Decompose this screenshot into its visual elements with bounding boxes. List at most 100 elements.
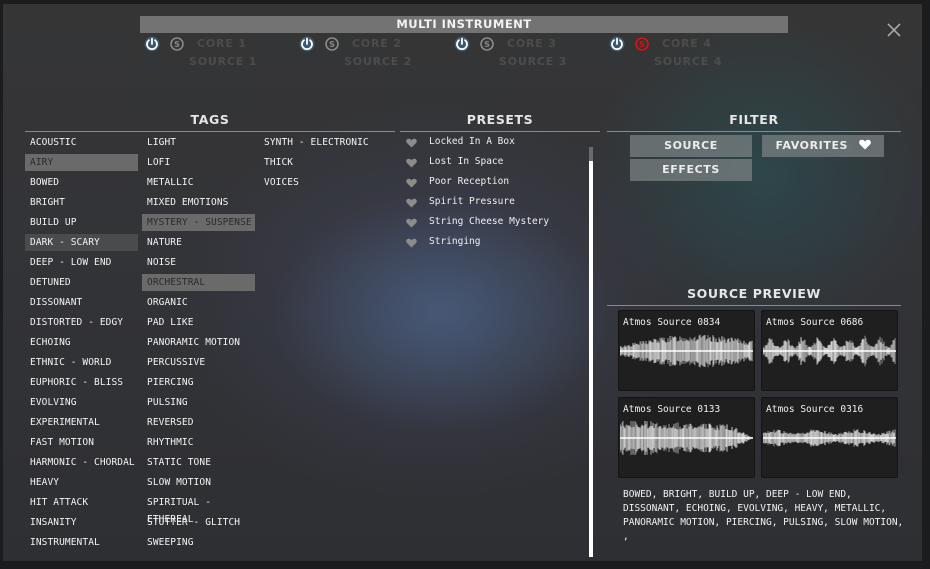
power-icon[interactable] (454, 36, 470, 52)
tag-item[interactable]: ACOUSTIC (25, 134, 138, 151)
tag-item[interactable]: MIXED EMOTIONS (142, 194, 255, 211)
tag-item[interactable]: REVERSED (142, 414, 255, 431)
tag-item[interactable]: PERCUSSIVE (142, 354, 255, 371)
tag-item[interactable]: ORGANIC (142, 294, 255, 311)
filter-effects-button[interactable]: EFFECTS (630, 159, 752, 181)
heart-icon[interactable] (406, 218, 417, 228)
tag-item[interactable]: STUTTER - GLITCH (142, 514, 255, 531)
tag-item[interactable]: PIERCING (142, 374, 255, 391)
tag-item[interactable]: ETHNIC - WORLD (25, 354, 138, 371)
source-label[interactable]: SOURCE 3 (499, 55, 567, 68)
tag-item[interactable]: METALLIC (142, 174, 255, 191)
tag-item[interactable]: MYSTERY - SUSPENSE (142, 214, 255, 231)
waveform (620, 420, 753, 456)
power-icon[interactable] (609, 36, 625, 52)
source-preview-card[interactable]: Atmos Source 0834 (618, 310, 755, 391)
tag-item[interactable]: ORCHESTRAL (142, 274, 255, 291)
tag-item[interactable]: DEEP - LOW END (25, 254, 138, 271)
solo-icon[interactable]: S (170, 37, 184, 51)
filter-divider (607, 131, 901, 132)
source-preview-divider (607, 305, 901, 306)
waveform (763, 429, 896, 447)
svg-text:S: S (174, 40, 180, 49)
source-preview-card[interactable]: Atmos Source 0133 (618, 397, 755, 478)
tag-item[interactable]: AIRY (25, 154, 138, 171)
power-icon[interactable] (144, 36, 160, 52)
tag-item[interactable]: SWEEPING (142, 534, 255, 551)
tag-item[interactable]: STATIC TONE (142, 454, 255, 471)
presets-divider (400, 131, 600, 132)
close-button[interactable] (885, 21, 903, 39)
filter-source-button[interactable]: SOURCE (630, 135, 752, 157)
preset-name: Stringing (429, 236, 481, 247)
filter-favorites-button[interactable]: FAVORITES (762, 135, 884, 157)
tag-item[interactable]: NATURE (142, 234, 255, 251)
preset-item[interactable]: String Cheese Mystery (403, 215, 588, 233)
tag-item[interactable]: SYNTH - ELECTRONIC (259, 134, 389, 151)
tag-item[interactable]: VOICES (259, 174, 389, 191)
tag-item[interactable]: BUILD UP (25, 214, 138, 231)
heart-icon[interactable] (406, 178, 417, 188)
solo-icon[interactable]: S (325, 37, 339, 51)
preset-item[interactable]: Stringing (403, 235, 588, 253)
tag-item[interactable]: DISTORTED - EDGY (25, 314, 138, 331)
core-slot-4: S CORE 4 SOURCE 4 (609, 36, 759, 72)
svg-text:S: S (639, 40, 645, 49)
core-label[interactable]: CORE 2 (352, 37, 402, 50)
source-label[interactable]: SOURCE 1 (189, 55, 257, 68)
source-preview-tags: BOWED, BRIGHT, BUILD UP, DEEP - LOW END,… (623, 489, 904, 542)
tag-item[interactable]: INSANITY (25, 514, 138, 531)
tag-item[interactable]: INSTRUMENTAL (25, 534, 138, 551)
power-icon[interactable] (299, 36, 315, 52)
core-label[interactable]: CORE 3 (507, 37, 557, 50)
presets-scrollbar-track[interactable] (589, 160, 593, 557)
tag-item[interactable]: PAD LIKE (142, 314, 255, 331)
core-label[interactable]: CORE 1 (197, 37, 247, 50)
tag-item[interactable]: HEAVY (25, 474, 138, 491)
core-label[interactable]: CORE 4 (662, 37, 712, 50)
svg-text:S: S (329, 40, 335, 49)
tag-item[interactable]: PULSING (142, 394, 255, 411)
source-preview-card[interactable]: Atmos Source 0686 (761, 310, 898, 391)
tag-item[interactable]: DETUNED (25, 274, 138, 291)
preset-item[interactable]: Lost In Space (403, 155, 588, 173)
preset-item[interactable]: Spirit Pressure (403, 195, 588, 213)
solo-icon[interactable]: S (480, 37, 494, 51)
tag-item[interactable]: HARMONIC - CHORDAL (25, 454, 138, 471)
heart-icon[interactable] (406, 158, 417, 168)
tag-item[interactable]: HIT ATTACK (25, 494, 138, 511)
favorites-label: FAVORITES (775, 139, 849, 152)
tag-item[interactable]: NOISE (142, 254, 255, 271)
tag-item[interactable]: FAST MOTION (25, 434, 138, 451)
source-preview-card[interactable]: Atmos Source 0316 (761, 397, 898, 478)
preset-item[interactable]: Poor Reception (403, 175, 588, 193)
tag-item[interactable]: PANORAMIC MOTION (142, 334, 255, 351)
solo-icon[interactable]: S (635, 37, 649, 51)
core-slot-3: S CORE 3 SOURCE 3 (454, 36, 604, 72)
core-slot-1: S CORE 1 SOURCE 1 (144, 36, 294, 72)
tag-item[interactable]: THICK (259, 154, 389, 171)
source-label[interactable]: SOURCE 4 (654, 55, 722, 68)
tag-item[interactable]: DARK - SCARY (25, 234, 138, 251)
tag-item[interactable]: BRIGHT (25, 194, 138, 211)
heart-icon[interactable] (406, 238, 417, 248)
tag-item[interactable]: DISSONANT (25, 294, 138, 311)
tags-title: TAGS (190, 112, 230, 127)
source-label[interactable]: SOURCE 2 (344, 55, 412, 68)
tag-item[interactable]: EXPERIMENTAL (25, 414, 138, 431)
tag-item[interactable]: SPIRITUAL - ETHEREAL (142, 494, 255, 525)
tag-item[interactable]: SLOW MOTION (142, 474, 255, 491)
tag-item[interactable]: EUPHORIC - BLISS (25, 374, 138, 391)
tag-item[interactable]: ECHOING (25, 334, 138, 351)
tag-item[interactable]: EVOLVING (25, 394, 138, 411)
preset-name: Locked In A Box (429, 136, 515, 147)
multi-instrument-panel: MULTI INSTRUMENT S CORE 1 SOURCE 1 S CORE 2S… (3, 4, 922, 561)
tag-item[interactable]: BOWED (25, 174, 138, 191)
presets-scrollbar-thumb[interactable] (589, 147, 593, 161)
tag-item[interactable]: RHYTHMIC (142, 434, 255, 451)
heart-icon[interactable] (406, 138, 417, 148)
tag-item[interactable]: LOFI (142, 154, 255, 171)
preset-item[interactable]: Locked In A Box (403, 135, 588, 153)
heart-icon[interactable] (406, 198, 417, 208)
tag-item[interactable]: LIGHT (142, 134, 255, 151)
